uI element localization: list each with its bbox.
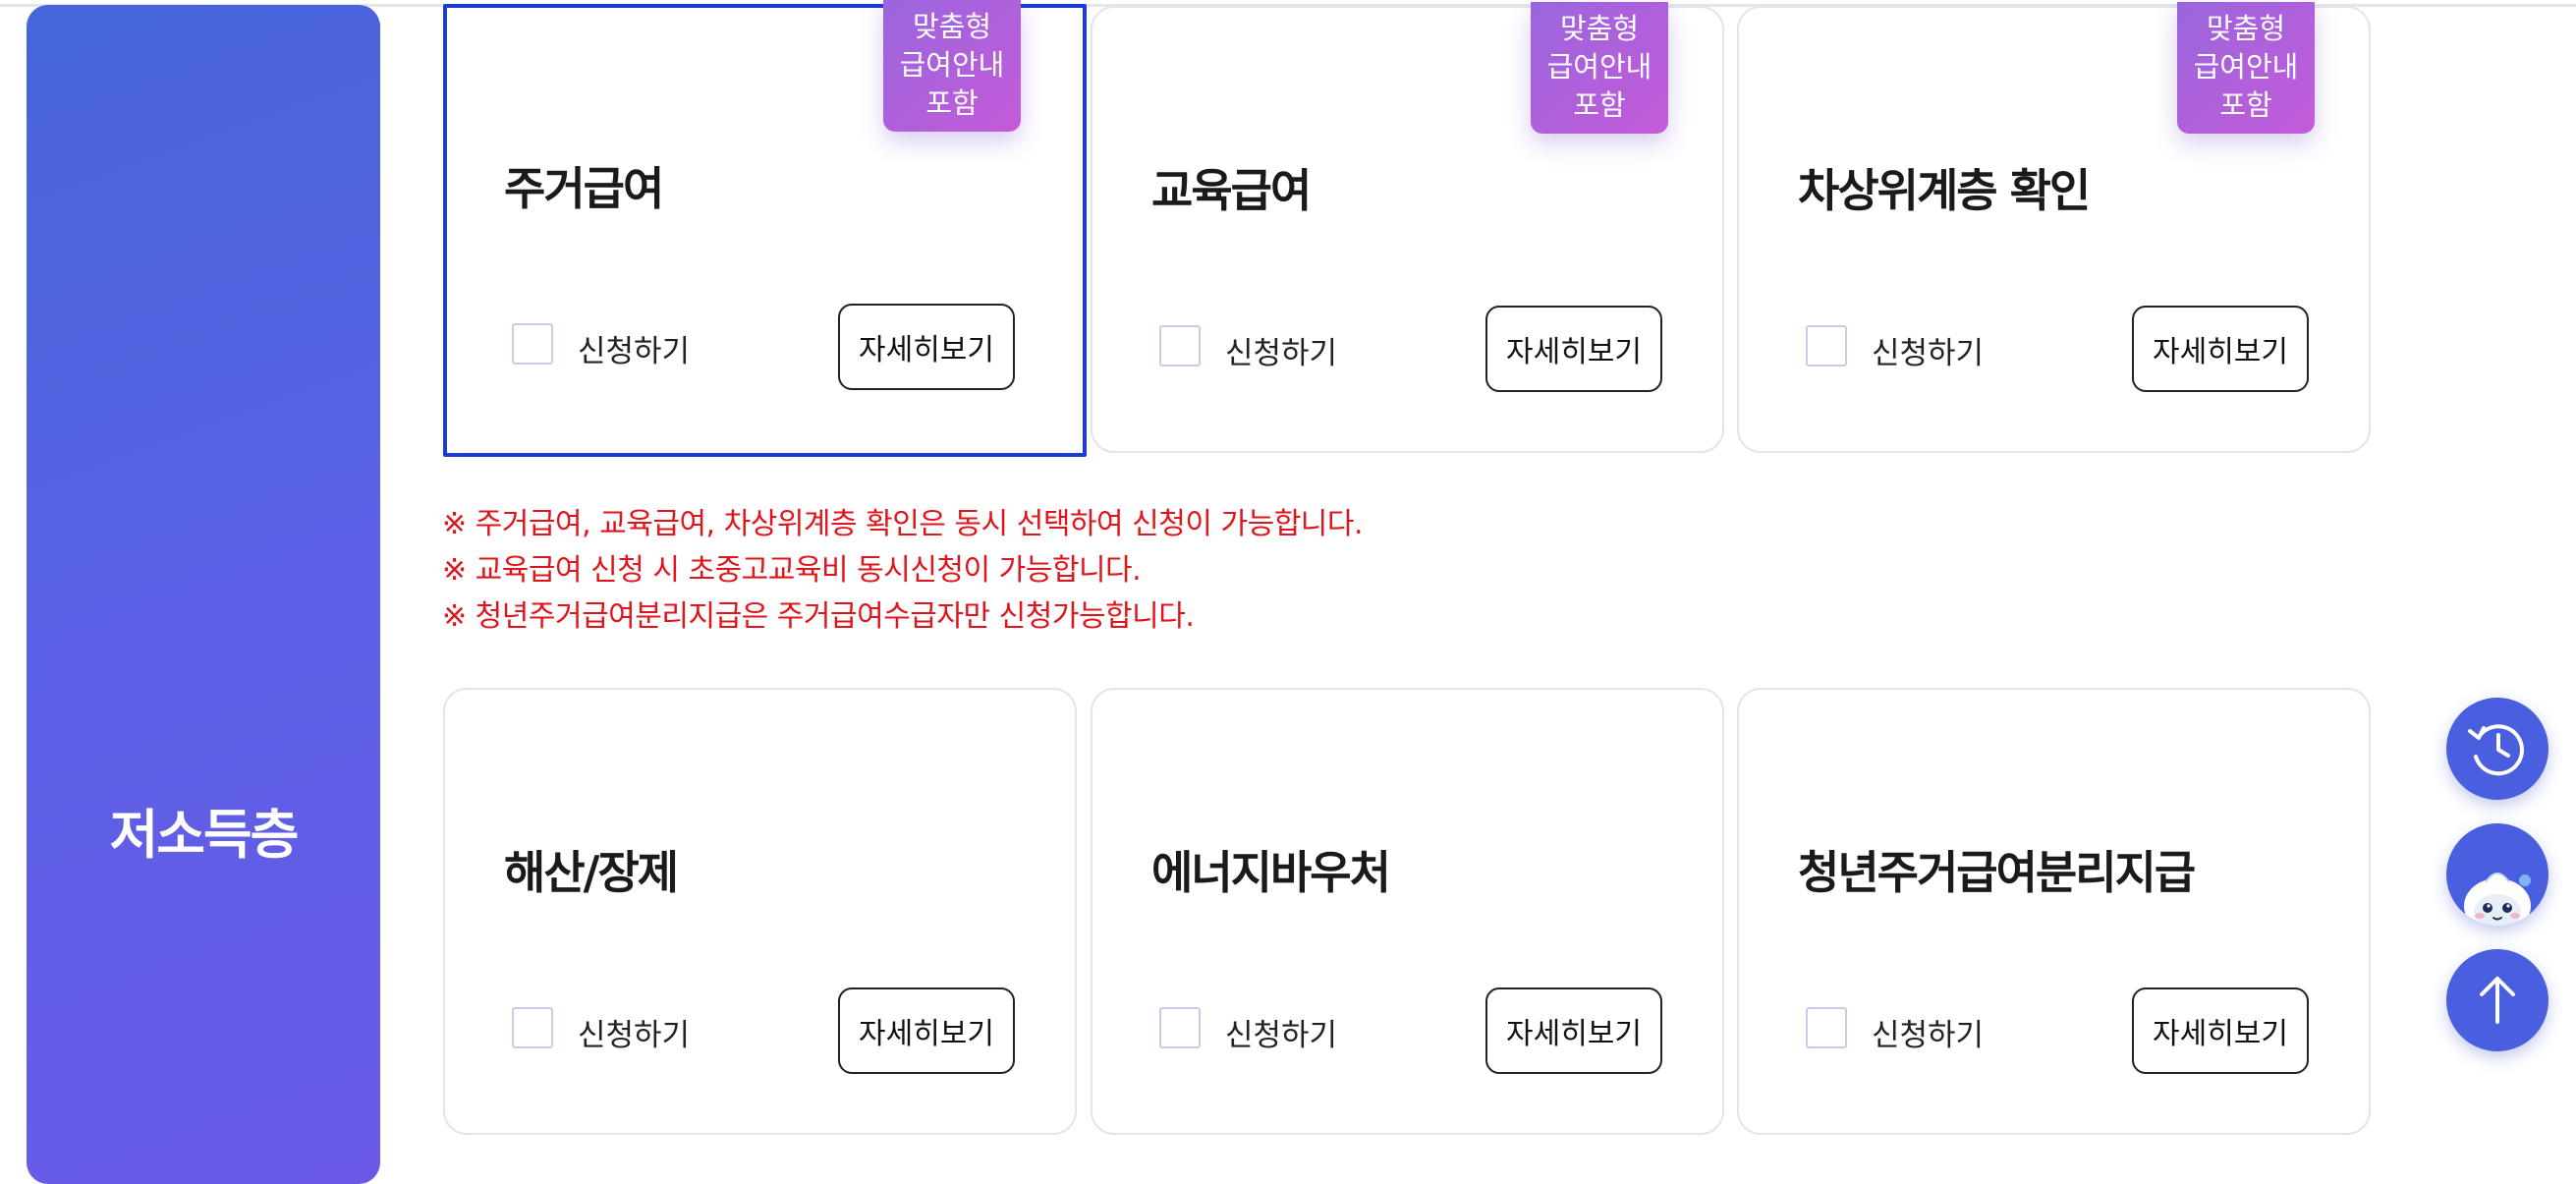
badge-line: 맞춤형 [1559,12,1640,45]
notice-line: ※ 청년주거급여분리지급은 주거급여수급자만 신청가능합니다. [442,599,1195,634]
benefit-card-birth-funeral[interactable]: 해산/장제 신청하기 자세히보기 [443,688,1077,1135]
apply-checkbox-label[interactable]: 신청하기 [578,326,690,370]
badge-line: 급여안내 [1546,50,1652,84]
history-icon [2468,724,2525,776]
recent-history-button[interactable] [2446,698,2548,800]
apply-checkbox-label[interactable]: 신청하기 [578,1010,690,1054]
apply-checkbox-label[interactable]: 신청하기 [1872,1010,1984,1054]
apply-checkbox[interactable] [1806,325,1847,366]
badge-line: 맞춤형 [2206,12,2286,45]
custom-benefit-badge: 맞춤형 급여안내 포함 [2177,2,2315,134]
details-button[interactable]: 자세히보기 [838,304,1015,390]
badge-line: 급여안내 [2193,50,2299,84]
details-button[interactable]: 자세히보기 [2132,987,2309,1074]
apply-checkbox[interactable] [512,323,553,365]
details-button[interactable]: 자세히보기 [1485,306,1662,392]
apply-checkbox-label[interactable]: 신청하기 [1225,1010,1337,1054]
apply-checkbox[interactable] [512,1007,553,1048]
custom-benefit-badge: 맞춤형 급여안내 포함 [1531,2,1668,134]
card-title: 청년주거급여분리지급 [1798,846,2196,899]
benefit-card-youth-housing[interactable]: 청년주거급여분리지급 신청하기 자세히보기 [1737,688,2371,1135]
details-button[interactable]: 자세히보기 [2132,306,2309,392]
details-button[interactable]: 자세히보기 [838,987,1015,1074]
notice-line: ※ 교육급여 신청 시 초중고교육비 동시신청이 가능합니다. [442,553,1142,588]
benefit-card-energy-voucher[interactable]: 에너지바우처 신청하기 자세히보기 [1091,688,1724,1135]
apply-checkbox-label[interactable]: 신청하기 [1225,328,1337,372]
card-title: 주거급여 [504,162,664,215]
card-title: 차상위계층 확인 [1798,164,2091,217]
benefit-card-education[interactable]: 맞춤형 급여안내 포함 교육급여 신청하기 자세히보기 [1091,2,1724,453]
card-title: 해산/장제 [504,846,679,899]
apply-checkbox[interactable] [1159,1007,1201,1048]
benefit-card-near-poverty[interactable]: 맞춤형 급여안내 포함 차상위계층 확인 신청하기 자세히보기 [1737,2,2371,453]
card-title: 교육급여 [1151,164,1312,217]
arrow-up-icon [2480,977,2515,1024]
scroll-to-top-button[interactable] [2446,949,2548,1051]
badge-line: 포함 [1573,88,1626,122]
benefit-card-housing[interactable]: 맞춤형 급여안내 포함 주거급여 신청하기 자세히보기 [443,0,1087,457]
apply-checkbox[interactable] [1159,325,1201,366]
notice-line: ※ 주거급여, 교육급여, 차상위계층 확인은 동시 선택하여 신청이 가능합니… [442,507,1364,541]
notice-block: ※ 주거급여, 교육급여, 차상위계층 확인은 동시 선택하여 신청이 가능합니… [442,501,1364,640]
category-sidebar: 저소득층 [27,5,380,1184]
apply-checkbox-label[interactable]: 신청하기 [1872,328,1984,372]
badge-line: 포함 [925,86,979,120]
custom-benefit-badge: 맞춤형 급여안내 포함 [883,0,1021,132]
details-button[interactable]: 자세히보기 [1485,987,1662,1074]
card-title: 에너지바우처 [1151,846,1391,899]
badge-line: 맞춤형 [912,10,992,43]
apply-checkbox[interactable] [1806,1007,1847,1048]
category-title: 저소득층 [109,804,300,866]
badge-line: 포함 [2219,88,2272,122]
badge-line: 급여안내 [899,48,1005,82]
chatbot-mascot-icon [2464,873,2531,926]
chatbot-button[interactable] [2446,823,2548,926]
